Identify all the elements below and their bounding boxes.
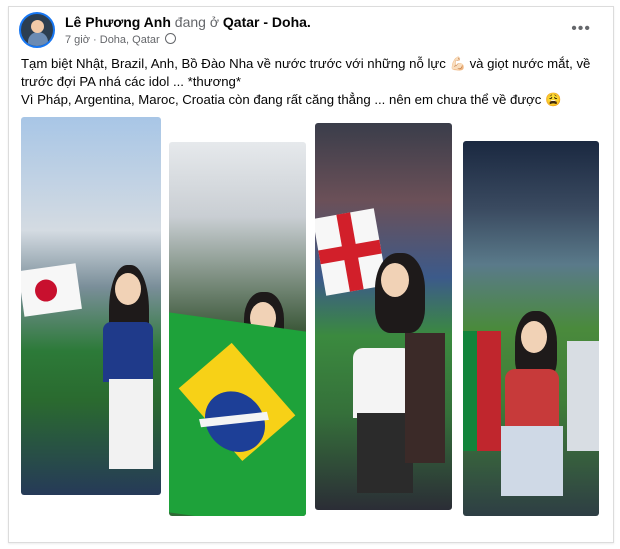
photo-portugal[interactable] — [463, 141, 599, 516]
post-text-line: Vì Pháp, Argentina, Maroc, Croatia còn đ… — [21, 92, 562, 107]
globe-icon — [164, 33, 176, 44]
post-card: Lê Phương Anh đang ở Qatar - Doha. 7 giờ… — [8, 6, 614, 543]
portugal-flag — [463, 331, 501, 451]
post-title: Lê Phương Anh đang ở Qatar - Doha. — [65, 14, 311, 30]
post-header: Lê Phương Anh đang ở Qatar - Doha. 7 giờ… — [17, 12, 605, 52]
location-text[interactable]: Doha, Qatar — [100, 34, 160, 46]
japan-flag — [21, 263, 82, 317]
photo-england[interactable] — [315, 123, 452, 510]
action-text: đang ở — [174, 14, 220, 30]
post-text: Tạm biệt Nhật, Brazil, Anh, Bồ Đào Nha v… — [21, 55, 606, 109]
photo-japan[interactable] — [21, 117, 161, 495]
post-text-line: Tạm biệt Nhật, Brazil, Anh, Bồ Đào Nha v… — [21, 56, 591, 71]
brazil-flag — [169, 312, 306, 516]
post-text-line: trước đợi PA nhá các idol ... *thương* — [21, 74, 242, 89]
place-link[interactable]: Qatar - Doha. — [223, 14, 311, 30]
post-meta: 7 giờ · Doha, Qatar — [65, 33, 176, 46]
timestamp[interactable]: 7 giờ — [65, 34, 90, 46]
avatar[interactable] — [19, 12, 55, 48]
author-name[interactable]: Lê Phương Anh — [65, 14, 171, 30]
more-options-icon[interactable]: ••• — [571, 20, 591, 38]
photo-brazil[interactable] — [169, 142, 306, 516]
photo-collage — [21, 117, 606, 517]
